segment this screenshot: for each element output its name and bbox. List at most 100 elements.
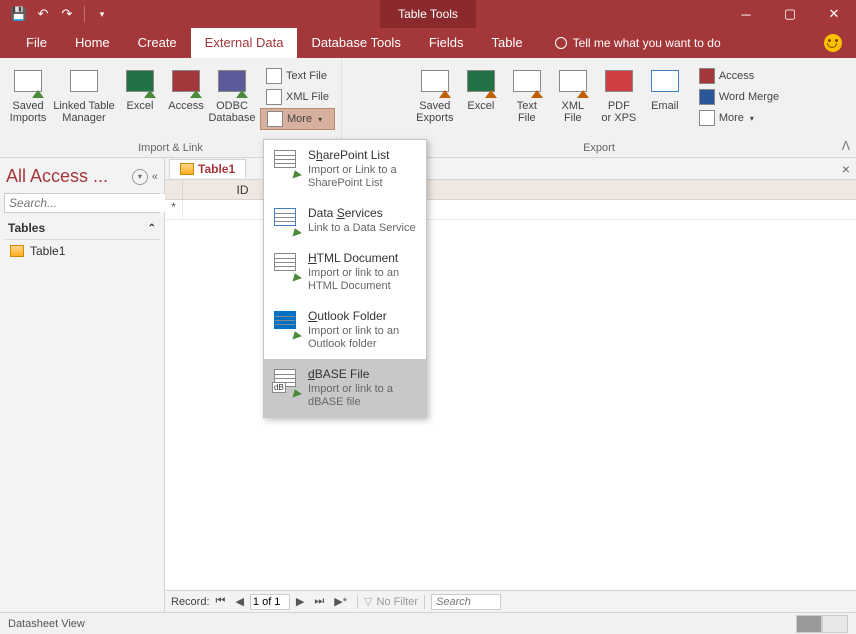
table-icon [10,245,24,257]
ribbon: Saved Imports Linked Table Manager Excel… [0,58,856,158]
dropdown-outlook-folder[interactable]: Outlook Folder Import or link to an Outl… [264,301,426,359]
datasheet-view-button[interactable] [796,615,822,633]
saved-imports-button[interactable]: Saved Imports [6,62,50,139]
excel-icon [124,66,156,98]
saved-exports-button[interactable]: Saved Exports [413,62,457,139]
customize-qat-icon[interactable]: ▾ [91,3,113,25]
nav-search[interactable]: 🔍 [4,193,160,213]
tab-create[interactable]: Create [124,28,191,58]
dropdown-html-document[interactable]: HTML Document Import or link to an HTML … [264,243,426,301]
minimize-button[interactable]: ─ [724,0,768,28]
table-tab-icon [180,163,194,175]
chevron-down-icon: ▾ [318,115,322,124]
saved-exports-icon [419,66,451,98]
data-services-icon [272,206,300,234]
status-view-label: Datasheet View [8,618,85,630]
export-excel-button[interactable]: Excel [459,62,503,139]
record-search-input[interactable] [431,594,501,610]
prev-record-button[interactable]: ◀ [231,595,247,608]
tab-fields[interactable]: Fields [415,28,478,58]
access-small-icon [699,68,715,84]
dropdown-data-services[interactable]: Data Services Link to a Data Service [264,198,426,243]
nav-section-tables[interactable]: Tables ⌃ [4,219,160,240]
nav-header[interactable]: All Access ... ▾ « [4,162,160,193]
text-export-icon [511,66,543,98]
dbase-icon: dB [272,367,300,395]
tab-external-data[interactable]: External Data [191,28,298,58]
dropdown-sharepoint-list[interactable]: SharePoint List Import or Link to a Shar… [264,140,426,198]
undo-icon[interactable]: ↶ [32,3,54,25]
dropdown-dbase-file[interactable]: dB dBASE File Import or link to a dBASE … [264,359,426,417]
next-record-button[interactable]: ▶ [292,595,308,608]
record-label: Record: [171,596,210,608]
doc-tab-table1[interactable]: Table1 [169,159,246,178]
feedback-smiley-icon[interactable] [824,34,842,52]
import-more-dropdown: SharePoint List Import or Link to a Shar… [263,139,427,418]
close-button[interactable]: ✕ [812,0,856,28]
filter-icon: ▽ [364,595,372,608]
export-email-button[interactable]: Email [643,62,687,139]
row-selector[interactable]: * [165,200,183,219]
export-word-merge-button[interactable]: Word Merge [693,87,785,107]
import-excel-button[interactable]: Excel [118,62,162,139]
quick-access-toolbar: 💾 ↶ ↷ ▾ [0,3,113,25]
lightbulb-icon [555,37,567,49]
xml-file-icon [266,89,282,105]
view-switcher [796,615,848,633]
tab-database-tools[interactable]: Database Tools [297,28,414,58]
export-pdf-button[interactable]: PDF or XPS [597,62,641,139]
import-xml-file-button[interactable]: XML File [260,87,335,107]
export-access-button[interactable]: Access [693,66,785,86]
nav-item-table1[interactable]: Table1 [4,240,160,262]
html-icon [272,251,300,279]
record-navigator: Record: ⏮ ◀ ▶ ⏭ ▶* ▽ No Filter [165,590,856,612]
group-label-import: Import & Link [138,139,203,157]
saved-imports-icon [12,66,44,98]
nav-search-input[interactable] [5,194,170,212]
tell-me-search[interactable]: Tell me what you want to do [555,28,721,58]
first-record-button[interactable]: ⏮ [212,595,230,608]
redo-icon[interactable]: ↷ [56,3,78,25]
more-icon [267,111,283,127]
linked-table-manager-button[interactable]: Linked Table Manager [52,62,116,139]
chevron-down-icon: ▾ [750,114,754,123]
select-all-cell[interactable] [165,180,183,199]
tab-table[interactable]: Table [478,28,537,58]
export-more-button[interactable]: More▾ [693,108,785,128]
window-buttons: ─ ▢ ✕ [724,0,856,28]
status-bar: Datasheet View [0,612,856,634]
outlook-icon [272,309,300,337]
close-tab-icon[interactable]: × [842,161,850,177]
import-text-file-button[interactable]: Text File [260,66,335,86]
pdf-icon [603,66,635,98]
collapse-section-icon[interactable]: ⌃ [148,223,156,234]
record-position-input[interactable] [250,594,290,610]
import-access-button[interactable]: Access [164,62,208,139]
workspace: All Access ... ▾ « 🔍 Tables ⌃ Table1 Tab… [0,158,856,612]
group-label-export: Export [583,139,615,157]
title-bar: 💾 ↶ ↷ ▾ Table Tools ─ ▢ ✕ [0,0,856,28]
export-xml-button[interactable]: XML File [551,62,595,139]
nav-shutter-icon[interactable]: « [152,171,158,183]
nav-dropdown-icon[interactable]: ▾ [132,169,148,185]
last-record-button[interactable]: ⏭ [310,595,328,608]
excel-export-icon [465,66,497,98]
xml-export-icon [557,66,589,98]
qat-separator [84,6,85,22]
import-more-button[interactable]: More▾ [260,108,335,130]
export-small-buttons: Access Word Merge More▾ [693,62,785,139]
text-file-icon [266,68,282,84]
nav-title: All Access ... [6,166,128,187]
navigation-pane: All Access ... ▾ « 🔍 Tables ⌃ Table1 [0,158,165,612]
export-text-button[interactable]: Text File [505,62,549,139]
save-icon[interactable]: 💾 [8,3,30,25]
tab-home[interactable]: Home [61,28,124,58]
odbc-icon [216,66,248,98]
design-view-button[interactable] [822,615,848,633]
ribbon-tabs: File Home Create External Data Database … [0,28,856,58]
import-odbc-button[interactable]: ODBC Database [210,62,254,139]
tab-file[interactable]: File [12,28,61,58]
new-record-button[interactable]: ▶* [330,595,351,608]
collapse-ribbon-icon[interactable]: ᐱ [842,139,850,153]
maximize-button[interactable]: ▢ [768,0,812,28]
